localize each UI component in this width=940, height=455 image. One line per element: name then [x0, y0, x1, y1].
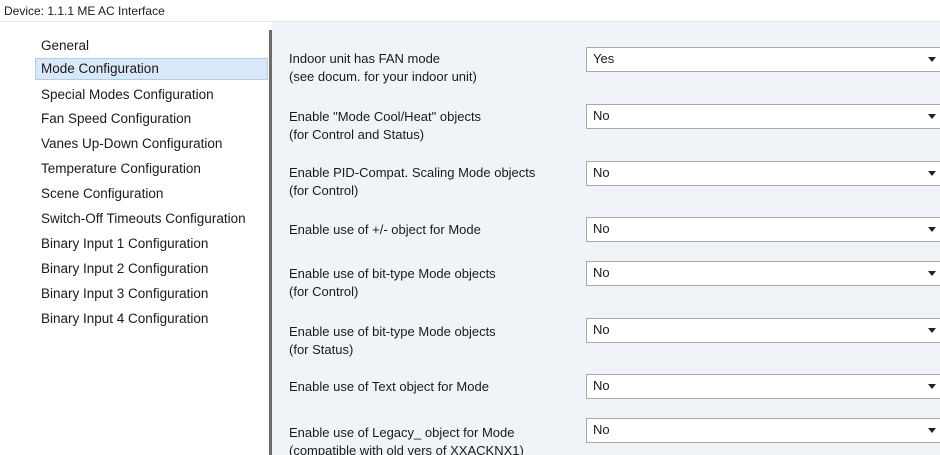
pid-compat-scaling-dropdown[interactable]: No: [586, 161, 940, 186]
dropdown-value: No: [593, 322, 610, 337]
chevron-down-icon[interactable]: [928, 271, 936, 276]
sidebar-item-binary-input-4-configuration[interactable]: Binary Input 4 Configuration: [35, 308, 208, 330]
sidebar-item-binary-input-3-configuration[interactable]: Binary Input 3 Configuration: [35, 283, 208, 305]
sidebar-item-binary-input-2-configuration[interactable]: Binary Input 2 Configuration: [35, 258, 208, 280]
dropdown-value: No: [593, 265, 610, 280]
sidebar-item-scene-configuration[interactable]: Scene Configuration: [35, 183, 163, 205]
param-label-line: Enable PID-Compat. Scaling Mode objects: [289, 165, 536, 180]
dropdown-value: No: [593, 165, 610, 180]
param-label-line: Indoor unit has FAN mode: [289, 51, 441, 66]
param-label-bit-type-status: Enable use of bit-type Mode objects (for…: [289, 323, 579, 359]
sidebar-item-switch-off-timeouts-configuration[interactable]: Switch-Off Timeouts Configuration: [35, 208, 269, 230]
param-label-legacy-object: Enable use of Legacy_ object for Mode (c…: [289, 424, 579, 455]
dropdown-value: No: [593, 422, 610, 437]
sidebar-item-general[interactable]: General: [35, 35, 89, 57]
param-label-line: Enable "Mode Cool/Heat" objects: [289, 109, 482, 124]
chevron-down-icon[interactable]: [928, 328, 936, 333]
plus-minus-object-dropdown[interactable]: No: [586, 217, 940, 242]
dropdown-value: Yes: [593, 51, 615, 66]
legacy-object-dropdown[interactable]: No: [586, 418, 940, 443]
param-label-line: (compatible with old vers of XXACKNX1): [289, 443, 524, 455]
param-label-line: (for Control): [289, 183, 359, 198]
chevron-down-icon[interactable]: [928, 227, 936, 232]
parameter-panel: Indoor unit has FAN mode (see docum. for…: [272, 22, 940, 455]
sidebar-item-temperature-configuration[interactable]: Temperature Configuration: [35, 158, 201, 180]
param-label-line: Enable use of Text object for Mode: [289, 379, 489, 394]
param-label-plus-minus-object: Enable use of +/- object for Mode: [289, 221, 579, 239]
sidebar-item-special-modes-configuration[interactable]: Special Modes Configuration: [35, 84, 214, 106]
param-label-text-object: Enable use of Text object for Mode: [289, 378, 579, 396]
param-label-line: (see docum. for your indoor unit): [289, 69, 477, 84]
param-label-line: (for Status): [289, 342, 354, 357]
sidebar-nav: General Mode Configuration Special Modes…: [0, 22, 269, 455]
param-label-line: Enable use of +/- object for Mode: [289, 222, 481, 237]
chevron-down-icon[interactable]: [928, 384, 936, 389]
param-label-pid-compat-scaling: Enable PID-Compat. Scaling Mode objects …: [289, 164, 579, 200]
bit-type-status-dropdown[interactable]: No: [586, 318, 940, 343]
param-label-line: Enable use of bit-type Mode objects: [289, 324, 496, 339]
window-title: Device: 1.1.1 ME AC Interface: [4, 4, 165, 18]
param-label-line: (for Control): [289, 284, 359, 299]
chevron-down-icon[interactable]: [928, 171, 936, 176]
dropdown-value: No: [593, 108, 610, 123]
param-label-line: Enable use of bit-type Mode objects: [289, 266, 496, 281]
chevron-down-icon[interactable]: [928, 114, 936, 119]
dropdown-value: No: [593, 221, 610, 236]
mode-cool-heat-dropdown[interactable]: No: [586, 104, 940, 129]
sidebar-item-vanes-up-down-configuration[interactable]: Vanes Up-Down Configuration: [35, 133, 222, 155]
sidebar-item-mode-configuration[interactable]: Mode Configuration: [35, 58, 268, 80]
dropdown-value: No: [593, 378, 610, 393]
text-object-dropdown[interactable]: No: [586, 374, 940, 399]
param-label-bit-type-control: Enable use of bit-type Mode objects (for…: [289, 265, 579, 301]
bit-type-control-dropdown[interactable]: No: [586, 261, 940, 286]
sidebar-item-fan-speed-configuration[interactable]: Fan Speed Configuration: [35, 108, 191, 130]
sidebar-item-binary-input-1-configuration[interactable]: Binary Input 1 Configuration: [35, 233, 208, 255]
param-label-mode-cool-heat: Enable "Mode Cool/Heat" objects (for Con…: [289, 108, 579, 144]
title-bar: Device: 1.1.1 ME AC Interface: [0, 0, 940, 22]
fan-mode-dropdown[interactable]: Yes: [586, 47, 940, 72]
chevron-down-icon[interactable]: [928, 428, 936, 433]
param-label-line: Enable use of Legacy_ object for Mode: [289, 425, 515, 440]
param-label-fan-mode: Indoor unit has FAN mode (see docum. for…: [289, 50, 579, 86]
param-label-line: (for Control and Status): [289, 127, 425, 142]
chevron-down-icon[interactable]: [928, 57, 936, 62]
